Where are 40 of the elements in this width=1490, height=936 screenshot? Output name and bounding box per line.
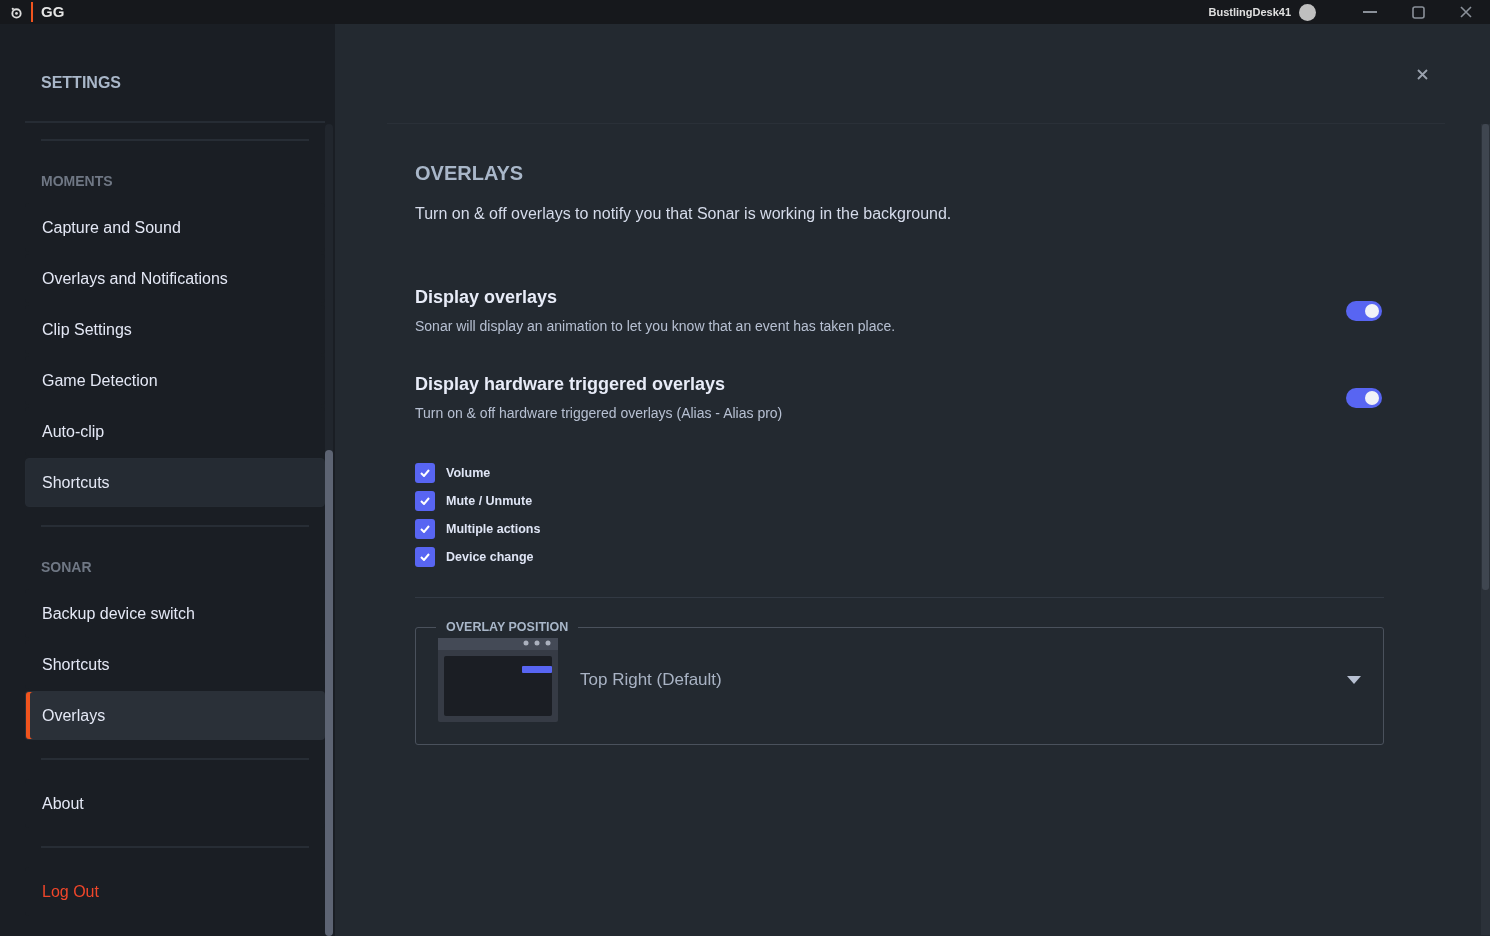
avatar[interactable] <box>1299 3 1316 21</box>
setting-description: Sonar will display an animation to let you know that an event has taken place. <box>415 318 897 334</box>
setting-title: Display overlays <box>415 287 559 308</box>
toggle-switch[interactable] <box>1346 387 1382 408</box>
minimize-icon <box>1363 11 1377 13</box>
sidebar-item[interactable]: Shortcuts <box>25 458 325 507</box>
select-legend: OVERLAY POSITION <box>436 620 579 634</box>
username: BustlingDesk41 <box>1208 6 1291 18</box>
checkbox-label: Volume <box>446 466 491 480</box>
checkbox[interactable] <box>415 491 435 511</box>
logo-icon <box>10 5 23 19</box>
sidebar-title: SETTINGS <box>25 24 325 123</box>
close-icon <box>1460 6 1472 18</box>
scrollbar[interactable] <box>1481 124 1490 935</box>
checkbox[interactable] <box>415 519 435 539</box>
select-value: Top Right (Default) <box>580 670 723 690</box>
checkbox[interactable] <box>415 463 435 483</box>
checkbox-label: Multiple actions <box>446 522 541 536</box>
toggle-switch[interactable] <box>1346 300 1382 321</box>
close-icon <box>1416 68 1428 80</box>
maximize-icon <box>1411 5 1425 19</box>
checkbox-label: Device change <box>446 550 534 564</box>
window-preview-icon <box>438 638 558 722</box>
scrollbar[interactable] <box>325 124 333 936</box>
setting-description: Turn on & off hardware triggered overlays (Alias - Alias pro) <box>415 405 784 421</box>
checkmark-icon <box>420 525 430 533</box>
section-label: SONAR <box>40 558 93 577</box>
checkbox-label: Mute / Unmute <box>446 494 533 508</box>
checkbox[interactable] <box>415 547 435 567</box>
checkmark-icon <box>420 497 430 505</box>
page-title: OVERLAYS <box>415 162 525 185</box>
checkmark-icon <box>420 553 430 561</box>
overlay-position-select[interactable]: OVERLAY POSITION Top Right (Default) <box>415 620 1384 745</box>
caret-icon <box>1347 676 1361 684</box>
section-label: MOMENTS <box>40 172 114 191</box>
checkmark-icon <box>420 469 430 477</box>
sidebar-item[interactable]: Overlays <box>25 691 325 740</box>
setting-title: Display hardware triggered overlays <box>415 374 727 395</box>
app-name: GG <box>31 2 65 22</box>
page-description: Turn on & off overlays to notify you that Sonar is working in the background. <box>415 205 953 223</box>
